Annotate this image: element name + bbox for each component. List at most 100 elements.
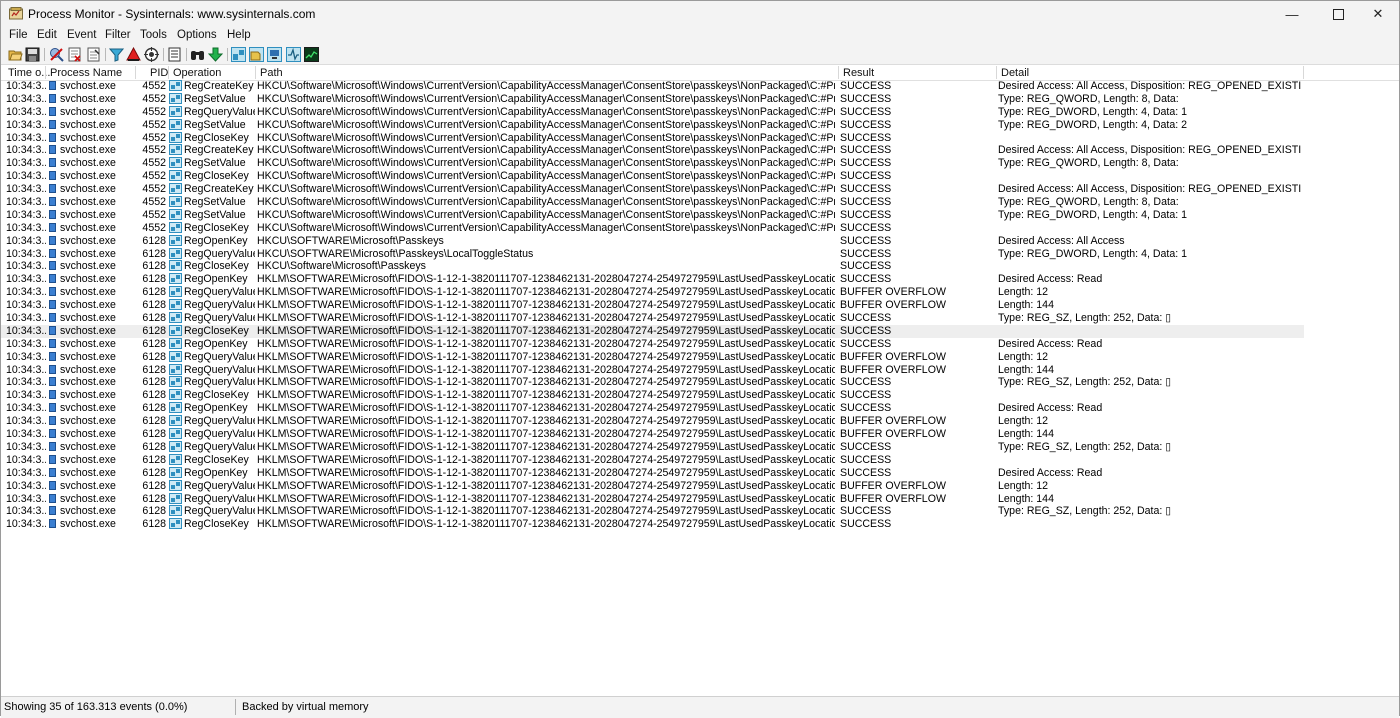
column-result[interactable]: Result [843,67,874,79]
cell-path: HKLM\SOFTWARE\Microsoft\FIDO\S-1-12-1-38… [257,428,835,441]
column-pid[interactable]: PID [150,67,168,79]
column-operation[interactable]: Operation [173,67,221,79]
cell-operation: RegOpenKey [169,234,255,248]
column-detail[interactable]: Detail [1001,67,1029,79]
minimize-button[interactable]: — [1269,1,1315,27]
table-row[interactable]: 10:34:3... svchost.exe 6128 RegQueryValue HK… [1,350,1304,364]
menu-file[interactable]: File [9,29,28,41]
table-row[interactable]: 10:34:3... svchost.exe 6128 RegQueryValue HK… [1,440,1304,454]
cell-operation-name: RegQueryValue [184,312,255,325]
table-row[interactable]: 10:34:3... svchost.exe 6128 RegOpenKey HKLM\… [1,466,1304,480]
column-divider[interactable] [135,66,136,79]
table-row[interactable]: 10:34:3... svchost.exe 4552 RegQueryValue HK… [1,105,1304,119]
table-row[interactable]: 10:34:3... svchost.exe 6128 RegQueryValue HK… [1,505,1304,518]
process-tree-icon[interactable] [167,47,182,62]
cell-result: SUCCESS [840,337,892,350]
menu-filter[interactable]: Filter [105,29,131,41]
table-row[interactable]: 10:34:3... svchost.exe 6128 RegQueryValue HK… [1,363,1304,377]
table-row[interactable]: 10:34:3... svchost.exe 4552 RegCloseKey HKCU… [1,131,1304,145]
column-divider[interactable] [45,66,46,79]
open-icon[interactable] [8,47,23,62]
menu-help[interactable]: Help [227,29,251,41]
table-row[interactable]: 10:34:3... svchost.exe 6128 RegQueryValue HK… [1,247,1304,261]
column-divider[interactable] [996,66,997,79]
cell-result: SUCCESS [840,453,892,466]
column-divider[interactable] [838,66,839,79]
cell-time: 10:34:3... [6,247,46,260]
menu-edit[interactable]: Edit [37,29,57,41]
table-row[interactable]: 10:34:3... svchost.exe 6128 RegCloseKey HKLM… [1,324,1304,338]
cell-process-name: svchost.exe [60,157,116,170]
title-bar[interactable]: Process Monitor - Sysinternals: www.sysi… [1,1,1399,27]
network-activity-icon[interactable] [267,47,282,62]
table-row[interactable]: 10:34:3... svchost.exe 4552 RegSetValue HKCU… [1,208,1304,222]
cell-result: BUFFER OVERFLOW [840,363,946,376]
process-icon [49,287,56,297]
table-row[interactable]: 10:34:3... svchost.exe 6128 RegOpenKey HKLM\… [1,337,1304,351]
save-icon[interactable] [25,47,40,62]
cell-process: svchost.exe [49,480,134,493]
cell-process: svchost.exe [49,415,134,428]
cell-operation: RegSetValue [169,118,255,132]
column-divider[interactable] [255,66,256,79]
table-row[interactable]: 10:34:3... svchost.exe 6128 RegQueryValue HK… [1,492,1304,506]
cell-operation: RegCloseKey [169,389,255,402]
table-row[interactable]: 10:34:3... svchost.exe 6128 RegQueryValue HK… [1,299,1304,312]
cell-detail: Type: REG_DWORD, Length: 4, Data: 1 [998,105,1188,118]
table-row[interactable]: 10:34:3... svchost.exe 6128 RegCloseKey HKLM… [1,453,1304,467]
include-process-icon[interactable] [144,47,159,62]
column-divider[interactable] [168,66,169,79]
menu-tools[interactable]: Tools [140,29,167,41]
table-row[interactable]: 10:34:3... svchost.exe 6128 RegQueryValue HK… [1,286,1304,299]
table-row[interactable]: 10:34:3... svchost.exe 4552 RegCloseKey HKCU… [1,170,1304,183]
table-row[interactable]: 10:34:3... svchost.exe 6128 RegCloseKey HKLM… [1,518,1304,531]
table-row[interactable]: 10:34:3... svchost.exe 6128 RegCloseKey HKCU… [1,260,1304,273]
cell-pid: 4552 [142,196,166,209]
process-activity-icon[interactable] [286,47,301,62]
highlight-icon[interactable] [126,47,141,62]
capture-icon[interactable] [49,47,64,62]
table-row[interactable]: 10:34:3... svchost.exe 4552 RegSetValue HKCU… [1,118,1304,132]
table-row[interactable]: 10:34:3... svchost.exe 4552 RegSetValue HKCU… [1,196,1304,209]
cell-result: SUCCESS [840,402,892,415]
cell-process: svchost.exe [49,80,134,93]
menu-event[interactable]: Event [67,29,96,41]
table-row[interactable]: 10:34:3... svchost.exe 6128 RegCloseKey HKLM… [1,389,1304,402]
table-row[interactable]: 10:34:3... svchost.exe 4552 RegCreateKey HKC… [1,80,1304,93]
menu-options[interactable]: Options [177,29,217,41]
cell-time: 10:34:3... [6,170,46,183]
table-row[interactable]: 10:34:3... svchost.exe 4552 RegSetValue HKCU… [1,92,1304,106]
close-button[interactable]: ✕ [1355,1,1400,27]
cell-operation: RegSetValue [169,92,255,106]
clear-icon[interactable] [86,47,101,62]
table-row[interactable]: 10:34:3... svchost.exe 6128 RegQueryValue HK… [1,428,1304,441]
table-row[interactable]: 10:34:3... svchost.exe 6128 RegQueryValue HK… [1,312,1304,325]
file-activity-icon[interactable] [249,47,264,62]
profiling-icon[interactable] [304,47,319,62]
event-list[interactable]: 10:34:3... svchost.exe 4552 RegCreateKey HKC… [1,80,1304,531]
table-row[interactable]: 10:34:3... svchost.exe 4552 RegCreateKey HKC… [1,144,1304,157]
column-process-name[interactable]: Process Name [50,67,122,79]
table-row[interactable]: 10:34:3... svchost.exe 6128 RegOpenKey HKCU\… [1,234,1304,248]
column-path[interactable]: Path [260,67,283,79]
table-row[interactable]: 10:34:3... svchost.exe 6128 RegQueryValue HK… [1,479,1304,493]
find-icon[interactable] [190,47,205,62]
table-row[interactable]: 10:34:3... svchost.exe 4552 RegSetValue HKCU… [1,157,1304,170]
table-row[interactable]: 10:34:3... svchost.exe 6128 RegOpenKey HKLM\… [1,402,1304,415]
cell-pid: 6128 [142,234,166,247]
cell-process-name: svchost.exe [60,453,116,466]
table-row[interactable]: 10:34:3... svchost.exe 6128 RegQueryValue HK… [1,415,1304,428]
filter-icon[interactable] [109,47,124,62]
cell-operation-name: RegQueryValue [184,492,255,505]
cell-time: 10:34:3... [6,440,46,453]
jump-icon[interactable] [208,47,223,62]
column-divider[interactable] [1303,66,1304,79]
table-row[interactable]: 10:34:3... svchost.exe 6128 RegQueryValue HK… [1,376,1304,389]
autoscroll-icon[interactable] [67,47,82,62]
table-row[interactable]: 10:34:3... svchost.exe 4552 RegCreateKey HKC… [1,183,1304,196]
table-row[interactable]: 10:34:3... svchost.exe 6128 RegOpenKey HKLM\… [1,273,1304,286]
cell-detail: Length: 12 [998,350,1049,363]
cell-operation: RegSetValue [169,157,255,170]
registry-activity-icon[interactable] [231,47,246,62]
table-row[interactable]: 10:34:3... svchost.exe 4552 RegCloseKey HKCU… [1,221,1304,235]
